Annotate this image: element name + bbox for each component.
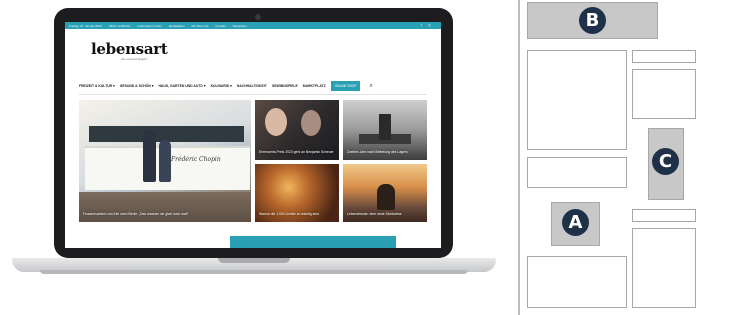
- badge-b: B: [579, 7, 606, 34]
- person-figure: [143, 130, 156, 182]
- person-figure: [159, 140, 171, 182]
- article-tile[interactable]: Ehrenamts-Preis 2023 geht an Benjamin Sc…: [255, 100, 339, 160]
- tower-image: [379, 114, 391, 140]
- deck: [79, 192, 251, 222]
- article-title[interactable]: Lebensfreude: eine neue Sichtweise: [347, 212, 423, 216]
- topbar-link[interactable]: Kontakt: [215, 24, 225, 28]
- nav-item-kulinarik[interactable]: KULINARIK ▾: [211, 84, 232, 88]
- article-tile[interactable]: Zweites Jahr nach Befreiung des Lagers: [343, 100, 427, 160]
- website-topbar: Freitag, 27. Januar 2023 PEFC zertifizie…: [65, 22, 441, 29]
- laptop-foot: [40, 270, 468, 274]
- nav-item-freizeit[interactable]: FREIZEIT & KULTUR ▾: [79, 84, 115, 88]
- topbar-link[interactable]: Lebensart im Netz: [137, 24, 161, 28]
- portrait-image: [265, 108, 287, 136]
- article-title[interactable]: Warum die 1.000 Lichter so wichtig sind: [259, 212, 335, 216]
- topbar-link[interactable]: Wir über uns: [191, 24, 208, 28]
- silhouette-image: [377, 184, 395, 210]
- laptop-screen: Freitag, 27. Januar 2023 PEFC zertifizie…: [65, 22, 441, 248]
- topbar-link[interactable]: PEFC zertifiziert: [109, 24, 131, 28]
- ad-banner[interactable]: [230, 236, 396, 248]
- featured-article-tile[interactable]: Frédéric Chopin Flusskreuzfahrt von Kiel…: [79, 100, 251, 222]
- badge-a: A: [562, 209, 589, 236]
- wireframe-block: [632, 228, 696, 308]
- facebook-icon[interactable]: f: [421, 23, 422, 27]
- topbar-link[interactable]: Newsletter: [233, 24, 247, 28]
- nav-item-marktplatz[interactable]: MARKTPLATZ: [303, 84, 326, 88]
- site-tagline: Das Lebensart-Magazin: [121, 58, 148, 61]
- topbar-link[interactable]: Mediadaten: [169, 24, 185, 28]
- wireframe-block: [632, 69, 696, 119]
- article-tile[interactable]: Lebensfreude: eine neue Sichtweise: [343, 164, 427, 222]
- wireframe-block: [632, 50, 696, 63]
- portrait-image: [301, 110, 321, 136]
- nav-item-gewinnspiele[interactable]: GEWINNSPIELE: [272, 84, 298, 88]
- wireframe-block: [527, 50, 627, 150]
- article-tile[interactable]: Warum die 1.000 Lichter so wichtig sind: [255, 164, 339, 222]
- search-icon[interactable]: ⌕: [369, 83, 372, 90]
- nav-item-haus[interactable]: HAUS, GARTEN UND AUTO ▾: [158, 84, 205, 88]
- instagram-icon[interactable]: ◎: [428, 23, 431, 27]
- wireframe-block: [527, 256, 627, 308]
- article-title[interactable]: Ehrenamts-Preis 2023 geht an Benjamin Sc…: [259, 150, 335, 154]
- wireframe-block: [527, 157, 627, 188]
- article-title[interactable]: Zweites Jahr nach Befreiung des Lagers: [347, 150, 423, 154]
- section-divider: [518, 0, 520, 315]
- nav-item-nachhaltigkeit[interactable]: NACHHALTIGKEIT: [237, 84, 267, 88]
- main-nav: FREIZEIT & KULTUR ▾ GESUND & SCHÖN ▾ HAU…: [79, 80, 427, 92]
- ship-name: Frédéric Chopin: [171, 156, 221, 163]
- wireframe-block: [632, 209, 696, 222]
- laptop-notch: [218, 258, 290, 263]
- topbar-date: Freitag, 27. Januar 2023: [69, 23, 102, 28]
- nav-divider: [79, 94, 427, 95]
- camera-icon: [255, 14, 261, 20]
- site-logo[interactable]: lebensart: [91, 40, 168, 58]
- featured-article-title[interactable]: Flusskreuzfahrt von Kiel nach Berlin: „D…: [83, 212, 203, 216]
- nav-item-gesund[interactable]: GESUND & SCHÖN ▾: [120, 84, 154, 88]
- badge-c: C: [652, 148, 679, 175]
- online-shop-button[interactable]: ONLINE SHOP: [330, 81, 361, 91]
